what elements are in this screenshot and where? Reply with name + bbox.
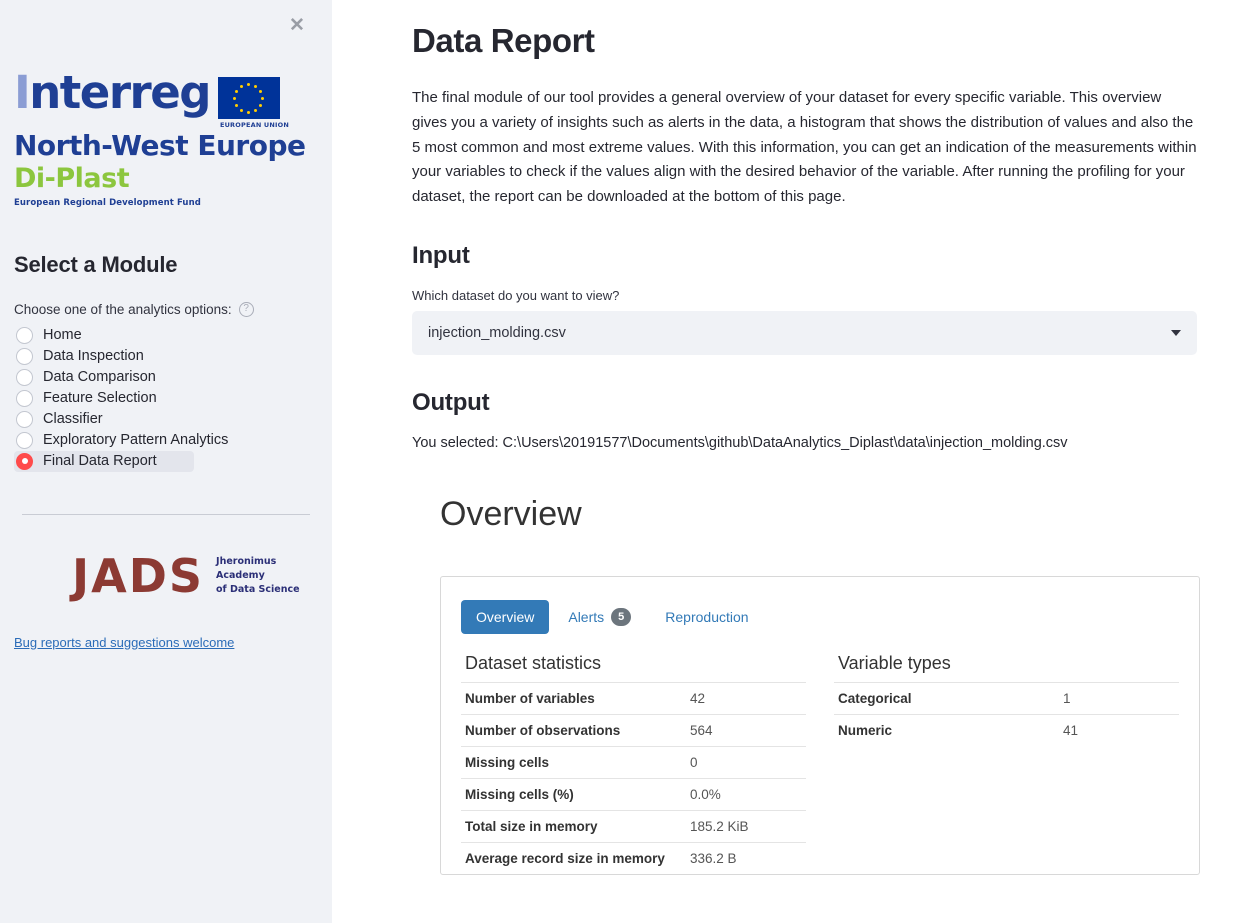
jads-line-1: Jheronimus (216, 556, 277, 568)
radio-label: Feature Selection (43, 390, 157, 407)
table-row: Average record size in memory 336.2 B (461, 842, 806, 875)
tab-alerts-label: Alerts (568, 608, 605, 625)
radio-circle-icon (16, 431, 33, 449)
stat-value: 0 (690, 755, 698, 771)
table-row: Number of variables 42 (461, 682, 806, 715)
chevron-down-icon (1171, 329, 1181, 336)
sidebar-heading: Select a Module (14, 251, 178, 277)
main-content: Data Report The final module of our tool… (332, 0, 1237, 923)
variable-types-table: Categorical 1 Numeric 41 (834, 682, 1179, 746)
radio-circle-icon (16, 410, 33, 428)
stat-label: Number of observations (465, 723, 621, 739)
interreg-subtitle: North-West Europe (14, 129, 306, 162)
output-section-heading: Output (412, 388, 490, 416)
radio-circle-icon (16, 452, 33, 470)
close-icon[interactable]: ✕ (284, 12, 310, 38)
stat-label: Missing cells (465, 755, 550, 771)
radio-circle-icon (16, 347, 33, 365)
jads-logo: JADS Jheronimus Academy of Data Science (14, 553, 318, 599)
tab-reproduction-label: Reproduction (665, 608, 749, 625)
radio-option-home[interactable]: Home (14, 325, 194, 346)
type-value: 41 (1063, 723, 1079, 739)
choose-module-row: Choose one of the analytics options: ? (14, 301, 318, 317)
report-tabs: Overview Alerts 5 Reproduction (461, 599, 1179, 635)
output-selected-path: You selected: C:\Users\20191577\Document… (412, 434, 1068, 451)
variable-types-title: Variable types (838, 653, 951, 674)
stat-value: 564 (690, 723, 713, 739)
radio-option-data-comparison[interactable]: Data Comparison (14, 367, 194, 388)
type-label: Categorical (838, 691, 912, 707)
dataset-select[interactable]: injection_molding.csv (412, 310, 1197, 355)
tab-reproduction[interactable]: Reproduction (650, 600, 763, 634)
radio-circle-icon (16, 389, 33, 407)
table-row: Numeric 41 (834, 714, 1179, 747)
table-row: Categorical 1 (834, 682, 1179, 715)
dataset-statistics-panel: Dataset statistics Number of variables 4… (461, 653, 806, 874)
radio-circle-icon (16, 326, 33, 344)
stat-label: Average record size in memory (465, 851, 665, 867)
eu-flag-icon (217, 77, 280, 119)
dataset-statistics-table: Number of variables 42 Number of observa… (461, 682, 806, 874)
tab-alerts[interactable]: Alerts 5 (553, 599, 646, 635)
interreg-text: Interreg (14, 66, 211, 119)
table-row: Total size in memory 185.2 KiB (461, 810, 806, 843)
dataset-select-value: injection_molding.csv (428, 324, 566, 341)
app-root: ✕ Interreg EUROPEAN UNION North-West Eur… (0, 0, 1237, 923)
report-overview-title: Overview (440, 494, 582, 533)
jads-wordmark: JADS (72, 548, 205, 603)
radio-label: Classifier (43, 411, 103, 428)
page-title: Data Report (412, 22, 595, 59)
alerts-count-badge: 5 (611, 607, 632, 627)
radio-option-final-data-report[interactable]: Final Data Report (14, 450, 194, 472)
stat-label: Number of variables (465, 691, 595, 707)
radio-option-exploratory-pattern-analytics[interactable]: Exploratory Pattern Analytics (14, 430, 234, 451)
radio-label: Data Comparison (43, 369, 156, 386)
radio-label: Data Inspection (43, 348, 144, 365)
radio-label: Exploratory Pattern Analytics (43, 432, 229, 449)
radio-option-classifier[interactable]: Classifier (14, 409, 194, 430)
radio-label: Final Data Report (43, 453, 157, 470)
sidebar-divider (22, 513, 310, 515)
tab-overview-label: Overview (476, 608, 535, 625)
dataset-statistics-title: Dataset statistics (465, 653, 602, 674)
erdf-line: European Regional Development Fund (14, 197, 201, 208)
radio-circle-icon (16, 368, 33, 386)
table-row: Missing cells (%) 0.0% (461, 778, 806, 811)
jads-subtitle: Jheronimus Academy of Data Science (216, 555, 300, 596)
help-circle-icon[interactable]: ? (238, 301, 254, 317)
eu-union-label: EUROPEAN UNION (219, 121, 290, 129)
type-value: 1 (1063, 691, 1071, 707)
stat-value: 0.0% (690, 787, 721, 803)
type-label: Numeric (838, 723, 893, 739)
dataset-question-label: Which dataset do you want to view? (412, 287, 620, 303)
stat-label: Missing cells (%) (465, 787, 574, 803)
stat-value: 42 (690, 691, 706, 707)
variable-types-panel: Variable types Categorical 1 Numeric 41 (834, 653, 1179, 874)
input-section-heading: Input (412, 241, 470, 269)
report-card: Overview Alerts 5 Reproduction Dataset s… (440, 575, 1200, 876)
diplast-brand: Di-Plast (14, 162, 130, 194)
intro-paragraph: The final module of our tool provides a … (412, 89, 1197, 205)
interreg-logo: Interreg EUROPEAN UNION North-West Europ… (14, 70, 318, 208)
radio-option-feature-selection[interactable]: Feature Selection (14, 388, 194, 409)
report-stats-columns: Dataset statistics Number of variables 4… (461, 653, 1179, 874)
jads-line-3: of Data Science (216, 583, 300, 595)
sidebar: ✕ Interreg EUROPEAN UNION North-West Eur… (0, 0, 332, 923)
bug-reports-link[interactable]: Bug reports and suggestions welcome (14, 635, 234, 650)
table-row: Missing cells 0 (461, 746, 806, 779)
tab-overview[interactable]: Overview (461, 599, 550, 634)
radio-option-data-inspection[interactable]: Data Inspection (14, 346, 194, 367)
interreg-wordmark: Interreg (14, 70, 211, 115)
module-radio-group[interactable]: Home Data Inspection Data Comparison Fea… (14, 325, 318, 472)
stat-label: Total size in memory (465, 819, 598, 835)
choose-module-label: Choose one of the analytics options: (14, 301, 232, 317)
table-row: Number of observations 564 (461, 714, 806, 747)
stat-value: 336.2 B (690, 851, 737, 867)
jads-line-2: Academy (216, 569, 265, 581)
stat-value: 185.2 KiB (690, 819, 749, 835)
profiling-report: Overview Overview Alerts 5 Reproduction (332, 494, 1237, 876)
radio-label: Home (43, 327, 82, 344)
